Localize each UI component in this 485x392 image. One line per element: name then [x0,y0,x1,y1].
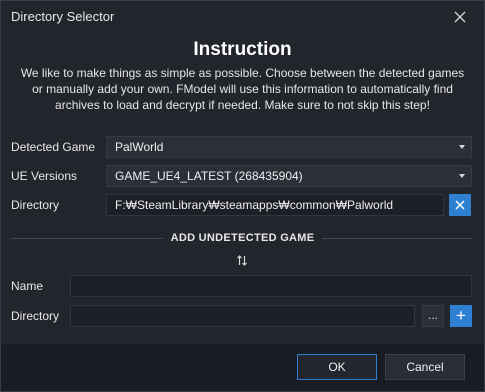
directory-field[interactable]: F:₩SteamLibrary₩steamapps₩common₩Palworl… [106,194,444,216]
remove-directory-button[interactable] [449,194,471,216]
cancel-button[interactable]: Cancel [385,354,465,380]
add-undetected-game-header: ADD UNDETECTED GAME [1,232,484,244]
plus-icon: + [456,306,466,325]
ue-versions-combobox[interactable]: GAME_UE4_LATEST (268435904) [106,165,472,187]
ue-versions-label: UE Versions [11,169,78,183]
close-button[interactable] [446,3,474,31]
instruction-line: We like to make things as simple as poss… [20,66,465,80]
add-undetected-game-title: ADD UNDETECTED GAME [162,232,323,244]
instruction-text: We like to make things as simple as poss… [9,65,476,113]
title-bar: Directory Selector [1,1,484,33]
name-input[interactable] [70,275,472,297]
add-game-button[interactable]: + [450,305,472,327]
window-title: Directory Selector [11,9,115,24]
directory-value: F:₩SteamLibrary₩steamapps₩common₩Palworl… [115,198,394,212]
name-label: Name [11,279,44,293]
dropdown-arrow-icon [459,174,465,178]
instruction-heading: Instruction [193,39,292,60]
swap-arrows-icon [236,254,248,272]
detected-game-value: PalWorld [115,140,164,154]
detected-game-combobox[interactable]: PalWorld [106,136,472,158]
instruction-line: archives to load and decrypt if needed. … [55,98,430,112]
new-directory-input[interactable] [70,305,415,327]
ok-button[interactable]: OK [297,354,377,380]
close-icon [455,200,465,210]
detected-game-label: Detected Game [11,140,96,154]
new-directory-label: Directory [11,309,60,323]
instruction-line: or manually add your own. FModel will us… [32,82,453,96]
footer-bar: OK Cancel [1,344,484,391]
dropdown-arrow-icon [459,145,465,149]
browse-button[interactable]: ... [422,305,444,327]
close-icon [454,11,466,23]
ue-versions-value: GAME_UE4_LATEST (268435904) [115,169,303,183]
directory-selector-window: Directory Selector Instruction We like t… [0,0,485,392]
directory-label: Directory [11,198,60,212]
